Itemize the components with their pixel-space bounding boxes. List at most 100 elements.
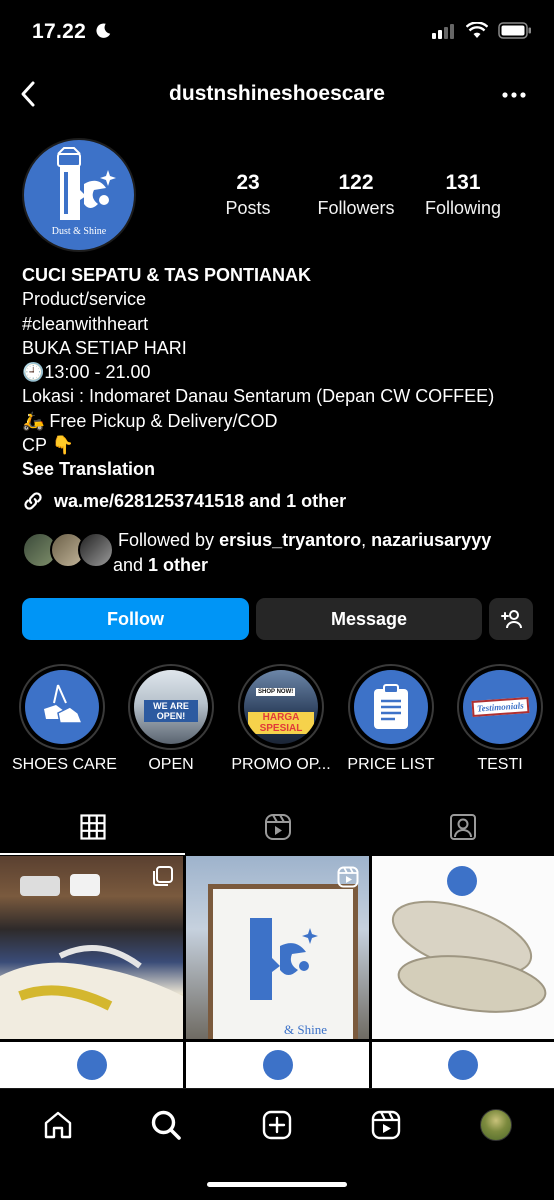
top-nav: dustnshineshoescare [0,66,554,124]
status-icons [432,22,532,39]
followed-others[interactable]: 1 other [148,555,208,575]
moon-icon [96,23,111,38]
add-post-icon [262,1110,292,1140]
bio-line[interactable]: #cleanwithheart [22,312,542,336]
mini-logo [263,1050,293,1080]
mini-logo [77,1050,107,1080]
battery-icon [498,22,531,39]
clipboard-icon [374,684,408,729]
highlight-cover: SHOP NOW! HARGA SPESIAL [244,670,318,744]
highlight-open[interactable]: WE ARE OPEN! OPEN [121,664,221,774]
mutual-avatars [22,532,114,572]
highlight-label: PRICE LIST [347,756,435,773]
profile-link[interactable]: wa.me/6281253741518 and 1 other [22,490,346,512]
posts-count: 23 [236,171,260,194]
add-user-icon [501,610,522,629]
tab-posts-grid[interactable] [0,800,185,854]
post-thumbnail[interactable] [186,1042,369,1088]
highlight-ring [348,664,434,750]
highlight-ring: SHOP NOW! HARGA SPESIAL [238,664,324,750]
bio-line: Lokasi : Indomaret Danau Sentarum (Depan… [22,386,495,407]
suggested-users-button[interactable] [489,598,533,640]
highlight-cover [25,670,99,744]
highlight-cover: Testimonials [463,670,537,744]
tab-reels[interactable] [185,800,370,854]
highlight-promo[interactable]: SHOP NOW! HARGA SPESIAL PROMO OP... [231,664,331,774]
stat-posts[interactable]: 23 Posts [208,170,288,220]
highlight-ring: WE ARE OPEN! [128,664,214,750]
stat-following[interactable]: 131 Following [418,170,508,220]
highlight-testi[interactable]: Testimonials TESTI [450,664,550,774]
follower-username[interactable]: nazariusaryyy [371,530,491,550]
link-text[interactable]: wa.me/6281253741518 and 1 other [54,491,346,512]
followed-by[interactable]: Followed by ersius_tryantoro, nazariusar… [22,528,542,578]
highlight-badge: SHOP NOW! [256,688,296,696]
clock-text: 17.22 [32,20,87,43]
profile-avatar[interactable]: Dust & Shine [22,138,136,252]
profile-tabs [0,800,554,856]
highlight-ring [19,664,105,750]
followed-separator: , [361,530,372,550]
mutual-avatar [78,532,114,568]
post-thumbnail[interactable] [372,856,554,1039]
highlight-price-list[interactable]: PRICE LIST [341,664,441,774]
followed-by-text: Followed by ersius_tryantoro, nazariusar… [113,528,538,578]
grid-icon [79,814,106,840]
reel-icon [337,866,359,888]
nav-home[interactable] [38,1105,78,1145]
post-thumbnail[interactable]: & Shine [186,856,369,1039]
nav-profile[interactable] [476,1105,516,1145]
stat-followers[interactable]: 122 Followers [306,170,406,220]
home-icon [44,1111,72,1139]
more-options-button[interactable] [498,80,530,110]
highlight-label: TESTI [477,756,523,773]
highlight-cover: WE ARE OPEN! [134,670,208,744]
dust-shine-logo [250,918,318,1000]
post-thumbnail[interactable] [0,856,183,1039]
post-thumbnail[interactable] [0,1042,183,1088]
avatar-brand-text: Dust & Shine [51,226,107,237]
highlight-overlay-text: Testimonials [471,697,529,717]
followers-count: 122 [338,171,374,194]
see-translation-link[interactable]: See Translation [22,457,542,481]
reels-icon [371,1110,401,1140]
mini-logo [448,1050,478,1080]
follow-button[interactable]: Follow [22,598,249,640]
signal-icon [432,23,454,39]
highlight-label: PROMO OP... [231,756,331,773]
follower-username[interactable]: ersius_tryantoro [219,530,361,550]
post-thumbnail[interactable] [372,1042,554,1088]
message-button[interactable]: Message [256,598,482,640]
profile-username: dustnshineshoescare [169,82,385,105]
highlight-label: OPEN [148,756,194,773]
following-label: Following [424,198,502,218]
active-tab-indicator [0,853,185,855]
home-indicator [207,1182,347,1187]
nav-search[interactable] [146,1105,186,1145]
profile-avatar-small [480,1109,512,1141]
multiple-photos-icon [153,866,173,886]
highlight-label: SHOES CARE [12,756,117,773]
tab-tagged[interactable] [370,800,554,854]
more-dots-icon [502,92,526,98]
post-grid: & Shine [0,856,554,1088]
search-icon [151,1110,181,1140]
profile-category: Product/service [22,289,147,310]
link-icon [24,492,42,510]
highlight-ring: Testimonials [457,664,543,750]
followed-prefix: Followed by [118,530,220,550]
followed-and: and [113,555,149,575]
nav-create[interactable] [257,1105,297,1145]
posts-label: Posts [225,198,271,218]
reels-icon [264,814,291,840]
nav-reels[interactable] [366,1105,406,1145]
bio-line: CP 👇 [22,435,75,456]
highlight-cover [354,670,428,744]
tagged-user-icon [449,814,476,840]
status-time: 17.22 [32,20,112,44]
highlight-overlay-text: WE ARE OPEN! [144,700,198,722]
followers-label: Followers [317,198,395,218]
bio-line: BUKA SETIAP HARI [22,337,187,358]
status-bar: 17.22 [0,0,554,66]
highlight-shoes-care[interactable]: SHOES CARE [12,664,117,774]
